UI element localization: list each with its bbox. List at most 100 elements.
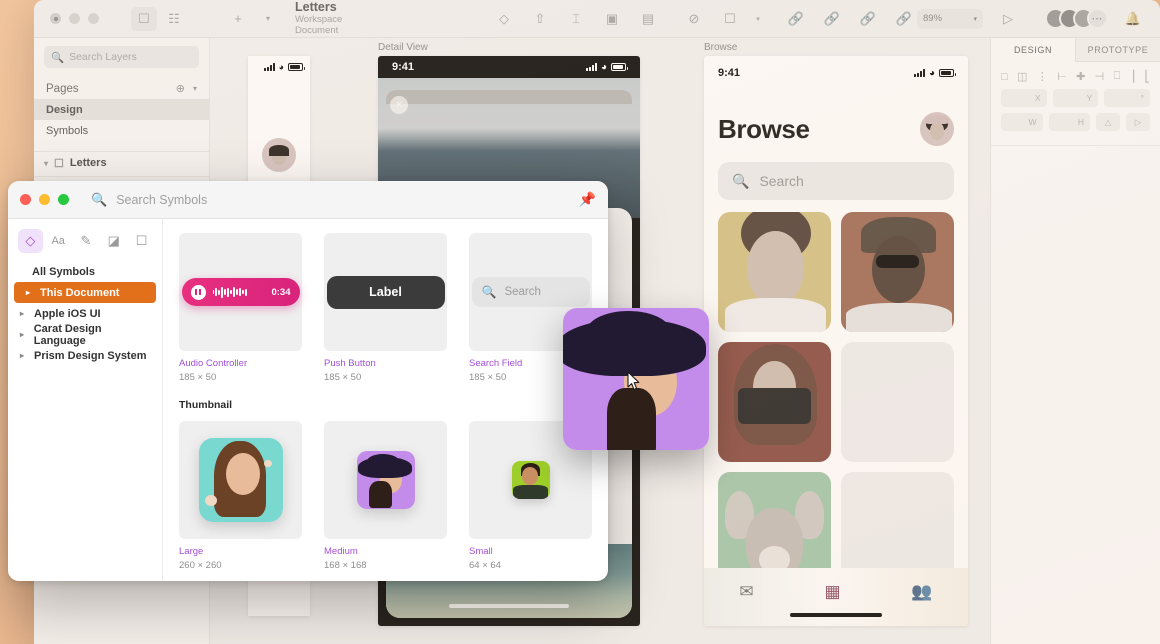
scale-icon[interactable]: ▣ xyxy=(599,7,625,31)
flow-icon[interactable]: ⌶ xyxy=(563,7,589,31)
minimize-dot[interactable] xyxy=(69,13,80,24)
tab-design[interactable]: DESIGN xyxy=(991,38,1076,62)
symbols-grid-row-1: 0:34 Audio Controller 185 × 50 Label Pus… xyxy=(179,233,592,383)
plus-icon[interactable]: + xyxy=(225,7,251,31)
chevron-down-icon[interactable]: ▾ xyxy=(255,7,281,31)
avatar[interactable] xyxy=(920,112,954,146)
symbol-card-large[interactable]: Large 260 × 260 xyxy=(179,421,302,571)
library-item-apple-ios-ui[interactable]: ▸ Apple iOS UI xyxy=(8,303,162,324)
distribute-h-icon[interactable]: ⎕ xyxy=(1114,70,1121,83)
more-collaborators-icon[interactable]: ⋯ xyxy=(1087,8,1108,29)
swatch-icon[interactable]: ◪ xyxy=(101,229,126,253)
search-symbols-placeholder: Search Symbols xyxy=(116,192,208,207)
library-item-carat-design-language[interactable]: ▸ Carat Design Language xyxy=(8,323,162,347)
unlink-icon[interactable]: 🔗 xyxy=(819,7,845,31)
notification-bell-icon[interactable]: 🔔 xyxy=(1120,7,1146,31)
artboard-icon: ☐ xyxy=(54,157,64,170)
close-button[interactable] xyxy=(20,194,31,205)
symbol-card-audio-controller[interactable]: 0:34 Audio Controller 185 × 50 xyxy=(179,233,302,383)
align-middle-icon[interactable]: ✚ xyxy=(1076,70,1085,83)
zoom-button[interactable] xyxy=(58,194,69,205)
layer-row[interactable]: ▾ ☐ Letters xyxy=(34,152,209,174)
corner-radius-icon[interactable]: △ xyxy=(1096,113,1120,131)
text-styles-tab[interactable]: Aa xyxy=(46,229,71,253)
distribute-v-icon[interactable]: ⎟ xyxy=(1130,70,1136,83)
thumbnail-medium-preview xyxy=(356,451,415,509)
search-layers-input[interactable]: 🔍 Search Layers xyxy=(44,46,199,68)
page-item-design[interactable]: Design xyxy=(34,99,209,120)
symbol-name: Large xyxy=(179,546,204,557)
symbols-traffic-lights[interactable] xyxy=(20,194,69,205)
link-icon[interactable]: 🔗 xyxy=(783,7,809,31)
distribute-extra-icon[interactable]: ⎣ xyxy=(1144,70,1150,83)
detach-icon[interactable]: 🔗 xyxy=(855,7,881,31)
document-title-block: Letters Workspace Document xyxy=(295,0,371,36)
symbol-card-push-button[interactable]: Label Push Button 185 × 50 xyxy=(324,233,447,383)
close-icon[interactable]: × xyxy=(390,96,408,114)
library-item-all-symbols[interactable]: All Symbols xyxy=(8,261,162,282)
boolean-icon[interactable]: ▤ xyxy=(635,7,661,31)
add-page-icon[interactable]: ⊕ xyxy=(176,82,185,95)
library-item-prism-design-system[interactable]: ▸ Prism Design System xyxy=(8,345,162,366)
wifi-icon: ◕ xyxy=(600,61,607,73)
search-input[interactable]: 🔍 Search xyxy=(718,162,954,200)
flip-icon[interactable]: ▷ xyxy=(1126,113,1150,131)
browse-tile[interactable] xyxy=(718,212,831,332)
align-center-h-icon[interactable]: ◫ xyxy=(1017,70,1027,83)
search-symbols-input[interactable]: 🔍 Search Symbols xyxy=(91,192,569,208)
align-right-icon[interactable]: ⋮ xyxy=(1037,70,1048,83)
symbol-size: 185 × 50 xyxy=(324,372,362,383)
distribute-icon[interactable]: ⇧ xyxy=(527,7,553,31)
browse-tile[interactable] xyxy=(841,212,954,332)
symbols-window[interactable]: 🔍 Search Symbols 📌 ◇ Aa ✎ ◪ ☐ All Symbol… xyxy=(8,181,608,581)
symbols-tab[interactable]: ◇ xyxy=(18,229,43,253)
brush-icon[interactable]: ✎ xyxy=(74,229,99,253)
library-item-this-document[interactable]: ▸ This Document xyxy=(14,282,156,303)
status-time: 9:41 xyxy=(392,61,415,73)
wifi-icon: ◕ xyxy=(278,62,284,72)
transform-icon[interactable]: ☐ xyxy=(717,7,743,31)
close-dot[interactable] xyxy=(50,13,61,24)
pause-icon xyxy=(190,284,206,300)
align-left-icon[interactable]: □ xyxy=(1001,71,1008,83)
align-bottom-icon[interactable]: ⊣ xyxy=(1095,70,1105,83)
artboard-icon[interactable]: ☐ xyxy=(129,229,154,253)
y-field[interactable]: Y xyxy=(1052,89,1099,107)
artboard-view-icon[interactable]: ☐ xyxy=(131,6,157,31)
window-traffic-lights[interactable] xyxy=(50,13,99,24)
mask-icon[interactable]: ◇ xyxy=(491,7,517,31)
audio-controller-preview: 0:34 xyxy=(181,278,300,306)
browse-tile[interactable] xyxy=(718,342,831,462)
rotation-field[interactable]: ° xyxy=(1104,89,1151,107)
height-field[interactable]: H xyxy=(1048,113,1090,131)
rotate-icon[interactable]: ⊘ xyxy=(681,7,707,31)
symbol-name: Small xyxy=(469,546,493,557)
symbols-content: 0:34 Audio Controller 185 × 50 Label Pus… xyxy=(163,219,608,581)
grid-view-icon[interactable]: ☷ xyxy=(161,7,187,31)
artboard-label-detail[interactable]: Detail View xyxy=(378,42,428,53)
zoom-dot[interactable] xyxy=(88,13,99,24)
artboard-label-browse[interactable]: Browse xyxy=(704,42,737,53)
browse-tile-empty[interactable] xyxy=(841,342,954,462)
zoom-level-select[interactable]: 89% ▾ xyxy=(917,8,983,29)
grid-tab[interactable]: ▦ xyxy=(824,582,840,602)
pin-icon[interactable]: 📌 xyxy=(579,191,596,208)
library-label: This Document xyxy=(40,286,120,299)
artboard-browse[interactable]: 9:41 ◕ Browse 🔍 Search ✉ ▦ 👥 xyxy=(704,56,968,626)
symbol-card-medium[interactable]: Medium 168 × 168 xyxy=(324,421,447,571)
play-icon[interactable]: ▷ xyxy=(995,7,1021,31)
collaborator-avatars[interactable]: ⋯ xyxy=(1045,8,1108,29)
symbol-icon[interactable]: 🔗 xyxy=(891,7,917,31)
align-top-icon[interactable]: ⊢ xyxy=(1057,70,1067,83)
home-indicator xyxy=(449,604,569,608)
width-field[interactable]: W xyxy=(1001,113,1043,131)
transform-chevron-icon[interactable]: ▾ xyxy=(753,7,763,31)
chevron-down-icon[interactable]: ▾ xyxy=(193,84,197,93)
page-item-symbols[interactable]: Symbols xyxy=(34,120,209,141)
minimize-button[interactable] xyxy=(39,194,50,205)
x-field[interactable]: X xyxy=(1001,89,1047,107)
people-tab[interactable]: 👥 xyxy=(911,582,932,602)
mail-tab[interactable]: ✉ xyxy=(739,582,753,602)
chevron-down-icon[interactable]: ▾ xyxy=(44,159,48,168)
tab-prototype[interactable]: PROTOTYPE xyxy=(1076,38,1160,61)
